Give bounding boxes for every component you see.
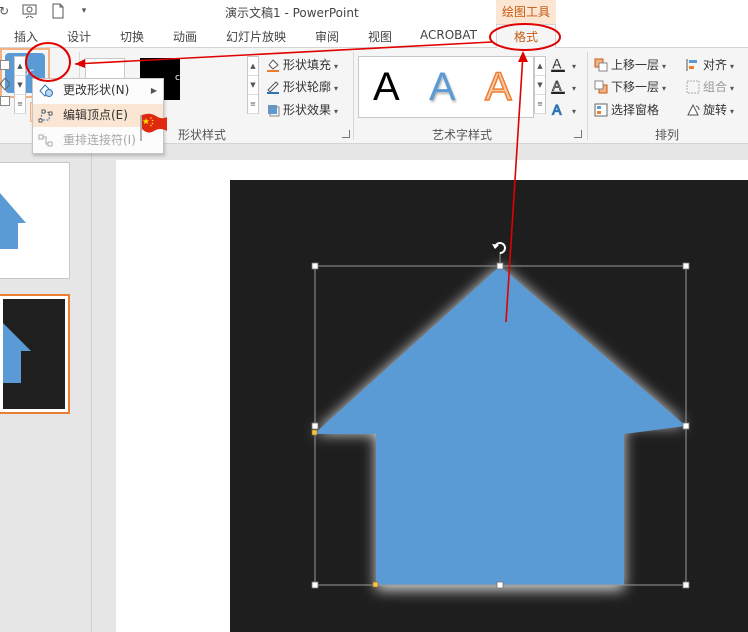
- tab-view[interactable]: 视图: [368, 28, 392, 45]
- slideshow-start-icon[interactable]: [22, 3, 38, 19]
- menu-item-change-shape[interactable]: 更改形状(N) ▶: [33, 79, 163, 102]
- slide-thumbnail-2[interactable]: [0, 294, 70, 414]
- menu-item-change-shape-label: 更改形状(N): [63, 83, 130, 97]
- shapes-gallery-scroll[interactable]: ▲ ▼ ≡: [14, 56, 26, 114]
- tab-insert[interactable]: 插入: [14, 28, 38, 45]
- group-button[interactable]: 组合 ▾: [686, 78, 734, 96]
- china-flag-icon: [140, 113, 167, 141]
- rotate-handle-icon[interactable]: [492, 242, 506, 254]
- arrow-shape-layer: [311, 242, 690, 590]
- adjust-handle-head[interactable]: [311, 429, 318, 436]
- shape-rectangle-icon[interactable]: [0, 60, 10, 70]
- rotate-label: 旋转: [703, 103, 728, 117]
- submenu-arrow-icon: ▶: [150, 86, 157, 95]
- wordart-blue[interactable]: A: [429, 61, 456, 113]
- wordart-orange[interactable]: A: [484, 61, 512, 113]
- wordart-launcher[interactable]: [574, 130, 582, 138]
- shape-styles-scroll[interactable]: ▲ ▼ ≡: [247, 56, 259, 114]
- svg-text:A: A: [552, 103, 562, 117]
- wordart-gallery[interactable]: A A A: [358, 56, 534, 118]
- ribbon-tabs: 插入 设计 切换 动画 幻灯片放映 审阅 视图 ACROBAT 格式: [0, 24, 748, 49]
- shape-diamond-icon[interactable]: [0, 77, 11, 91]
- menu-item-edit-points-label: 编辑顶点(E): [63, 108, 128, 122]
- shape-styles-launcher[interactable]: [342, 130, 350, 138]
- wordart-group-label: 艺术字样式: [432, 128, 493, 142]
- send-backward-button[interactable]: 下移一层 ▾: [594, 78, 666, 96]
- drawing-tools-label: 绘图工具: [496, 0, 556, 24]
- align-button[interactable]: 对齐 ▾: [686, 56, 734, 74]
- text-outline-button[interactable]: A ▾: [550, 78, 576, 96]
- resize-handle-sw[interactable]: [311, 581, 319, 589]
- resize-handle-se[interactable]: [682, 581, 690, 589]
- change-shape-icon: [39, 84, 53, 97]
- menu-item-reroute-label: 重排连接符(I): [63, 133, 136, 147]
- wordart-black[interactable]: A: [373, 61, 400, 113]
- tab-review[interactable]: 审阅: [315, 28, 339, 45]
- resize-handle-n[interactable]: [496, 262, 504, 270]
- redo-icon[interactable]: ↻: [0, 3, 12, 19]
- tab-slideshow[interactable]: 幻灯片放映: [226, 28, 286, 45]
- tab-design[interactable]: 设计: [67, 28, 91, 45]
- resize-handle-ne[interactable]: [682, 262, 690, 270]
- up-arrow-shape[interactable]: [314, 266, 686, 585]
- resize-handle-s[interactable]: [496, 581, 504, 589]
- group-label: 组合: [703, 80, 728, 94]
- shape-outline-button[interactable]: 形状轮廓 ▾: [266, 78, 338, 96]
- resize-handle-w[interactable]: [311, 422, 319, 430]
- bring-forward-button[interactable]: 上移一层 ▾: [594, 56, 666, 74]
- text-fill-button[interactable]: A ▾: [550, 56, 576, 74]
- svg-text:A: A: [552, 79, 562, 94]
- wordart-scroll[interactable]: ▲ ▼ ≡: [534, 56, 546, 114]
- resize-handle-e[interactable]: [682, 422, 690, 430]
- text-effects-button[interactable]: A ▾: [550, 101, 576, 119]
- shape-fill-label: 形状填充: [283, 58, 332, 72]
- tab-format[interactable]: 格式: [496, 24, 556, 49]
- send-backward-label: 下移一层: [611, 80, 660, 94]
- new-file-icon[interactable]: [50, 3, 66, 19]
- tab-transitions[interactable]: 切换: [120, 28, 144, 45]
- window-title: 演示文稿1 - PowerPoint: [225, 6, 359, 20]
- svg-text:A: A: [552, 57, 562, 72]
- reroute-connectors-icon: [38, 134, 53, 147]
- resize-handle-nw[interactable]: [311, 262, 319, 270]
- shape-effects-button[interactable]: 形状效果 ▾: [266, 101, 338, 119]
- slide-thumbnail-panel: [0, 144, 92, 632]
- tab-acrobat[interactable]: ACROBAT: [420, 28, 477, 42]
- align-label: 对齐: [703, 58, 728, 72]
- selection-pane-button[interactable]: 选择窗格: [594, 101, 659, 119]
- edit-points-icon: [38, 109, 53, 123]
- bring-forward-label: 上移一层: [611, 58, 660, 72]
- shape-square-icon[interactable]: [0, 96, 10, 106]
- shape-outline-label: 形状轮廓: [283, 80, 332, 94]
- slide-thumbnail-1[interactable]: [0, 162, 70, 279]
- arrange-group-label: 排列: [655, 128, 680, 142]
- title-bar: ↻ ▾ 演示文稿1 - PowerPoint 绘图工具: [0, 0, 748, 24]
- shape-styles-group-label: 形状样式: [178, 128, 227, 142]
- powerpoint-window: ↻ ▾ 演示文稿1 - PowerPoint 绘图工具 插入 设计 切换 动画 …: [0, 0, 748, 632]
- shape-fill-button[interactable]: 形状填充 ▾: [266, 56, 338, 74]
- adjust-handle-shaft[interactable]: [372, 581, 379, 588]
- selection-pane-label: 选择窗格: [611, 103, 660, 117]
- rotate-button[interactable]: 旋转 ▾: [686, 101, 734, 119]
- tab-animations[interactable]: 动画: [173, 28, 197, 45]
- customize-qat-icon[interactable]: ▾: [76, 3, 92, 19]
- shape-effects-label: 形状效果: [283, 103, 332, 117]
